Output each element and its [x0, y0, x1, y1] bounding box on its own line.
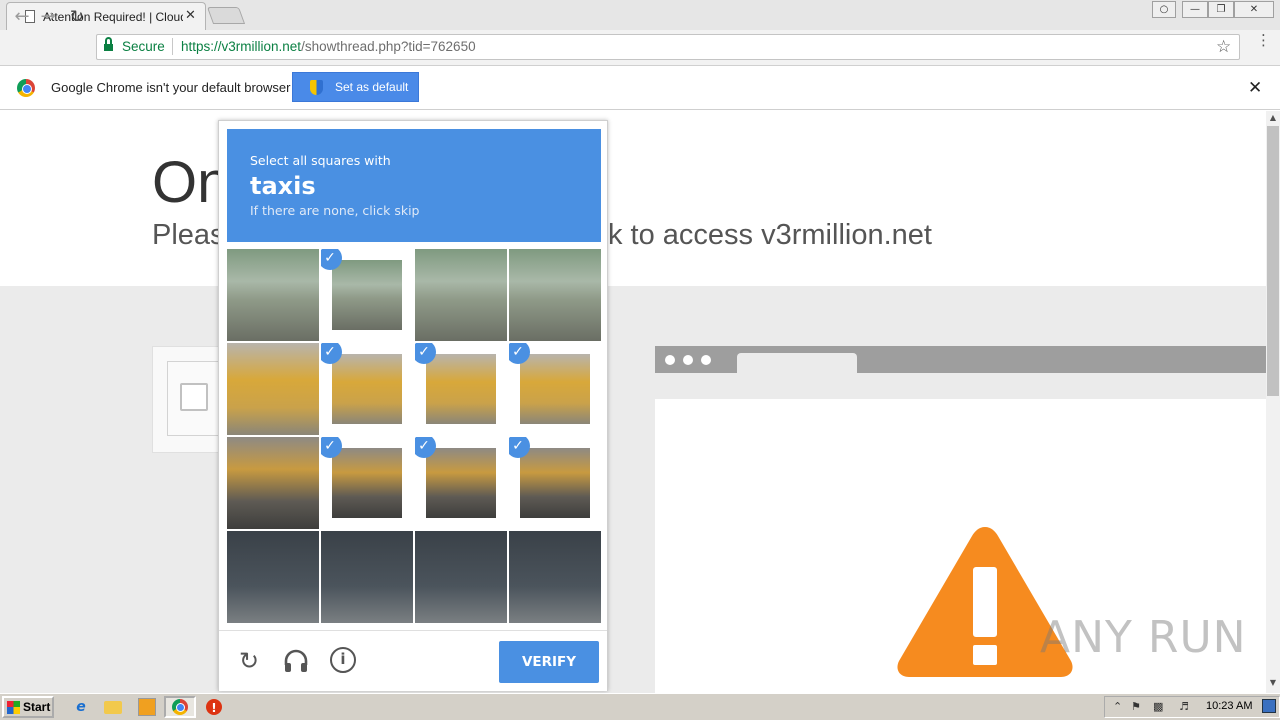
- system-tray: ⌃ ⚑ ▩ ♬: [1104, 696, 1280, 718]
- tile-image: [415, 249, 507, 341]
- grid-tile[interactable]: ✓: [509, 437, 601, 529]
- show-desktop-icon[interactable]: [1262, 699, 1276, 713]
- tile-image: [520, 448, 590, 518]
- clock[interactable]: 10:23 AM: [1206, 700, 1252, 712]
- reload-challenge-icon[interactable]: ↻: [235, 647, 263, 675]
- grid-tile[interactable]: [415, 249, 507, 341]
- restore-button[interactable]: ❐: [1208, 1, 1234, 18]
- tile-image: [426, 354, 496, 424]
- subtitle-start: Pleas: [152, 219, 225, 251]
- challenge-footer: ↻ i VERIFY: [219, 630, 607, 691]
- tile-image: [227, 343, 319, 435]
- illustration-dot: [665, 355, 675, 365]
- challenge-header: Select all squares with taxis If there a…: [227, 129, 601, 242]
- start-label: Start: [23, 700, 51, 714]
- tile-image: [509, 249, 601, 341]
- verify-button[interactable]: VERIFY: [499, 641, 599, 683]
- internet-explorer-icon[interactable]: e: [72, 698, 90, 716]
- grid-tile[interactable]: [415, 531, 507, 623]
- user-icon[interactable]: ○: [1152, 1, 1176, 18]
- headphones-icon[interactable]: [282, 647, 310, 675]
- set-as-default-label: Set as default: [335, 80, 409, 94]
- tile-image: [321, 531, 413, 623]
- media-player-icon[interactable]: [138, 698, 156, 716]
- new-tab-button[interactable]: [206, 7, 246, 24]
- set-as-default-button[interactable]: Set as default: [292, 72, 419, 102]
- grid-tile[interactable]: [227, 343, 319, 435]
- volume-icon[interactable]: ♬: [1179, 700, 1189, 713]
- illustration-dot: [683, 355, 693, 365]
- grid-tile[interactable]: [227, 437, 319, 529]
- tile-image: [227, 249, 319, 341]
- grid-tile[interactable]: [509, 531, 601, 623]
- browser-tab[interactable]: Attention Required! | Cloudflare ✕: [6, 2, 206, 30]
- start-button[interactable]: Start: [2, 696, 54, 718]
- grid-tile[interactable]: [227, 531, 319, 623]
- subtitle-end: k to access v3rmillion.net: [608, 219, 932, 251]
- tile-image: [332, 354, 402, 424]
- infobar-message: Google Chrome isn't your default browser: [51, 80, 291, 95]
- image-grid: ✓ ✓ ✓ ✓ ✓ ✓ ✓: [227, 249, 601, 623]
- bookmark-star-icon[interactable]: ☆: [1216, 37, 1231, 57]
- secure-label[interactable]: Secure: [122, 39, 165, 54]
- grid-tile[interactable]: ✓: [415, 343, 507, 435]
- chrome-icon[interactable]: [172, 699, 188, 715]
- close-window-button[interactable]: ✕: [1234, 1, 1274, 18]
- tab-title: Attention Required! | Cloudflare: [43, 10, 183, 24]
- flag-icon[interactable]: ⚑: [1131, 700, 1141, 713]
- tile-image: [332, 448, 402, 518]
- challenge-target: taxis: [250, 172, 316, 200]
- grid-tile[interactable]: ✓: [415, 437, 507, 529]
- tile-image: [227, 531, 319, 623]
- url-path: /showthread.php?tid=762650: [301, 39, 476, 54]
- chrome-logo-icon: [17, 79, 35, 97]
- captcha-checkbox[interactable]: [180, 383, 208, 411]
- watermark: ANY RUN: [1040, 612, 1247, 663]
- lock-icon[interactable]: [104, 37, 113, 52]
- captcha-challenge: Select all squares with taxis If there a…: [218, 120, 608, 691]
- minimize-button[interactable]: —: [1182, 1, 1208, 18]
- url-text[interactable]: https://v3rmillion.net/showthread.php?ti…: [181, 39, 476, 54]
- illustration-tab-bar: [655, 346, 1266, 373]
- folder-icon[interactable]: [104, 701, 122, 714]
- challenge-skip-hint: If there are none, click skip: [250, 203, 420, 218]
- illustration-tab: [737, 353, 857, 373]
- network-icon[interactable]: ▩: [1153, 700, 1163, 713]
- shield-icon: [310, 80, 323, 95]
- tile-image: [227, 437, 319, 529]
- tile-image: [332, 260, 402, 330]
- menu-icon[interactable]: ⋮: [1256, 33, 1271, 48]
- grid-tile[interactable]: [321, 531, 413, 623]
- scroll-down-icon[interactable]: ▼: [1266, 678, 1280, 687]
- page-content: On Pleas k to access v3rmillion.net: [0, 111, 1266, 693]
- illustration-dot: [701, 355, 711, 365]
- back-icon[interactable]: ←: [12, 7, 32, 27]
- tile-image: [509, 531, 601, 623]
- forward-icon[interactable]: →: [38, 7, 58, 27]
- tile-image: [415, 531, 507, 623]
- tile-image: [426, 448, 496, 518]
- reload-icon[interactable]: ↻: [67, 7, 87, 27]
- grid-tile[interactable]: ✓: [321, 437, 413, 529]
- grid-tile[interactable]: ✓: [321, 343, 413, 435]
- windows-logo-icon: [7, 701, 20, 714]
- stop-icon[interactable]: !: [206, 699, 222, 715]
- tab-close-icon[interactable]: ✕: [185, 8, 196, 23]
- challenge-instruction: Select all squares with: [250, 153, 391, 168]
- info-icon[interactable]: i: [330, 647, 358, 675]
- grid-tile[interactable]: [227, 249, 319, 341]
- tray-expand-icon[interactable]: ⌃: [1113, 700, 1122, 713]
- grid-tile[interactable]: ✓: [509, 343, 601, 435]
- url-host: https://v3rmillion.net: [181, 39, 302, 54]
- tile-image: [520, 354, 590, 424]
- infobar-close-icon[interactable]: ✕: [1248, 78, 1262, 98]
- scrollbar-thumb[interactable]: [1267, 126, 1279, 396]
- scroll-up-icon[interactable]: ▲: [1266, 113, 1280, 122]
- divider: [172, 38, 173, 55]
- grid-tile[interactable]: ✓: [321, 249, 413, 341]
- grid-tile[interactable]: [509, 249, 601, 341]
